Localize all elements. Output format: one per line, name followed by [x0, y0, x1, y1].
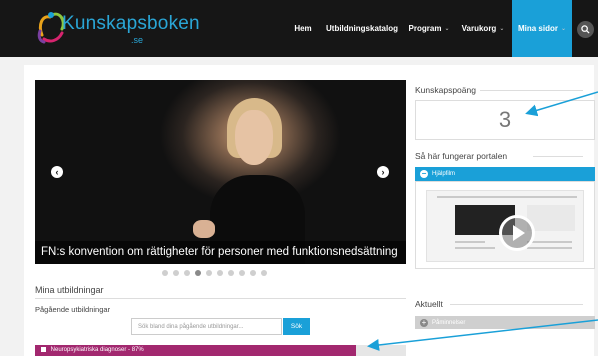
- chevron-down-icon: ⌄: [444, 26, 450, 32]
- nav-item-label: Utbildningskatalog: [326, 24, 398, 33]
- slider-dot[interactable]: [217, 270, 223, 276]
- section-divider: [533, 156, 583, 157]
- ongoing-courses-label: Pågående utbildningar: [35, 305, 111, 314]
- slide-image-hand: [193, 220, 215, 238]
- slider-next-button[interactable]: ›: [377, 166, 389, 178]
- help-film-toggle[interactable]: − Hjälpfilm: [415, 167, 595, 181]
- slider-dot[interactable]: [239, 270, 245, 276]
- nav-item-program[interactable]: Program ⌄: [405, 0, 453, 57]
- thumbnail-text-line: [527, 241, 572, 243]
- chevron-left-icon: ‹: [55, 167, 59, 177]
- search-icon: [581, 25, 590, 34]
- slider-prev-button[interactable]: ‹: [51, 166, 63, 178]
- chevron-down-icon: ⌄: [560, 26, 567, 32]
- thumbnail-text-line: [527, 247, 572, 249]
- nav-item-course-catalog[interactable]: Utbildningskatalog: [324, 0, 400, 57]
- thumbnail-text-line: [455, 247, 495, 249]
- kunskapsboken-logo[interactable]: Kunskapsboken .se: [36, 9, 200, 49]
- course-progress-remainder: [356, 345, 406, 356]
- flag-icon: [41, 347, 46, 352]
- section-divider: [450, 304, 583, 305]
- slider-dot[interactable]: [261, 270, 267, 276]
- ongoing-courses-search-button[interactable]: Sök: [283, 318, 310, 335]
- reminders-toggle[interactable]: + Påminnelser: [415, 316, 595, 329]
- nav-item-label: Hem: [294, 24, 312, 33]
- knowledge-points-heading: Kunskapspoäng: [415, 85, 476, 95]
- nav-item-label: Mina sidor: [517, 24, 558, 33]
- portal-help-heading: Så här fungerar portalen: [415, 151, 508, 161]
- nav-item-label: Program: [408, 24, 442, 33]
- slider-dot[interactable]: [173, 270, 179, 276]
- help-video-container: [415, 181, 595, 269]
- thumbnail-header-line: [437, 196, 577, 198]
- nav-item-home[interactable]: Hem: [288, 0, 318, 57]
- slider-dot[interactable]: [206, 270, 212, 276]
- slide-caption[interactable]: FN:s konvention om rättigheter för perso…: [35, 241, 406, 264]
- plus-circle-icon: +: [420, 317, 428, 327]
- nav-item-cart[interactable]: Varukorg ⌄: [458, 0, 508, 57]
- slider-dot[interactable]: [162, 270, 168, 276]
- slider-dot[interactable]: [228, 270, 234, 276]
- slide-image-face: [235, 110, 273, 165]
- nav-item-my-pages[interactable]: Mina sidor ⌄: [512, 0, 572, 57]
- play-button[interactable]: [499, 215, 535, 251]
- search-button[interactable]: [577, 21, 594, 38]
- knowledge-points-value: 3: [415, 100, 595, 140]
- slider-dot[interactable]: [195, 270, 201, 276]
- help-video-thumbnail[interactable]: [426, 190, 584, 262]
- section-divider: [480, 90, 583, 91]
- reminders-label: Påminnelser: [432, 319, 466, 326]
- news-heading: Aktuellt: [415, 299, 443, 309]
- minus-circle-icon: −: [420, 169, 428, 178]
- featured-course-slider[interactable]: ‹ › FN:s konvention om rättigheter för p…: [35, 80, 406, 264]
- slider-dot[interactable]: [250, 270, 256, 276]
- slider-pagination: [162, 270, 267, 276]
- nav-item-label: Varukorg: [461, 24, 497, 33]
- chevron-right-icon: ›: [381, 167, 385, 177]
- play-icon: [512, 225, 525, 241]
- section-divider: [35, 298, 406, 299]
- my-courses-heading: Mina utbildningar: [35, 285, 104, 295]
- logo-domain-suffix: .se: [131, 35, 144, 45]
- ongoing-courses-search-input[interactable]: Sök bland dina pågående utbildningar...: [131, 318, 282, 335]
- chevron-down-icon: ⌄: [499, 26, 505, 32]
- course-title: Neuropsykiatriska diagnoser - 87%: [50, 347, 144, 354]
- help-film-label: Hjälpfilm: [432, 171, 456, 177]
- ongoing-course-item[interactable]: Neuropsykiatriska diagnoser - 87%: [35, 345, 356, 356]
- logo-wordmark: Kunskapsboken: [62, 13, 200, 34]
- top-navigation-bar: Kunskapsboken .se Hem Utbildningskatalog…: [0, 0, 598, 57]
- thumbnail-text-line: [455, 241, 485, 243]
- slider-dot[interactable]: [184, 270, 190, 276]
